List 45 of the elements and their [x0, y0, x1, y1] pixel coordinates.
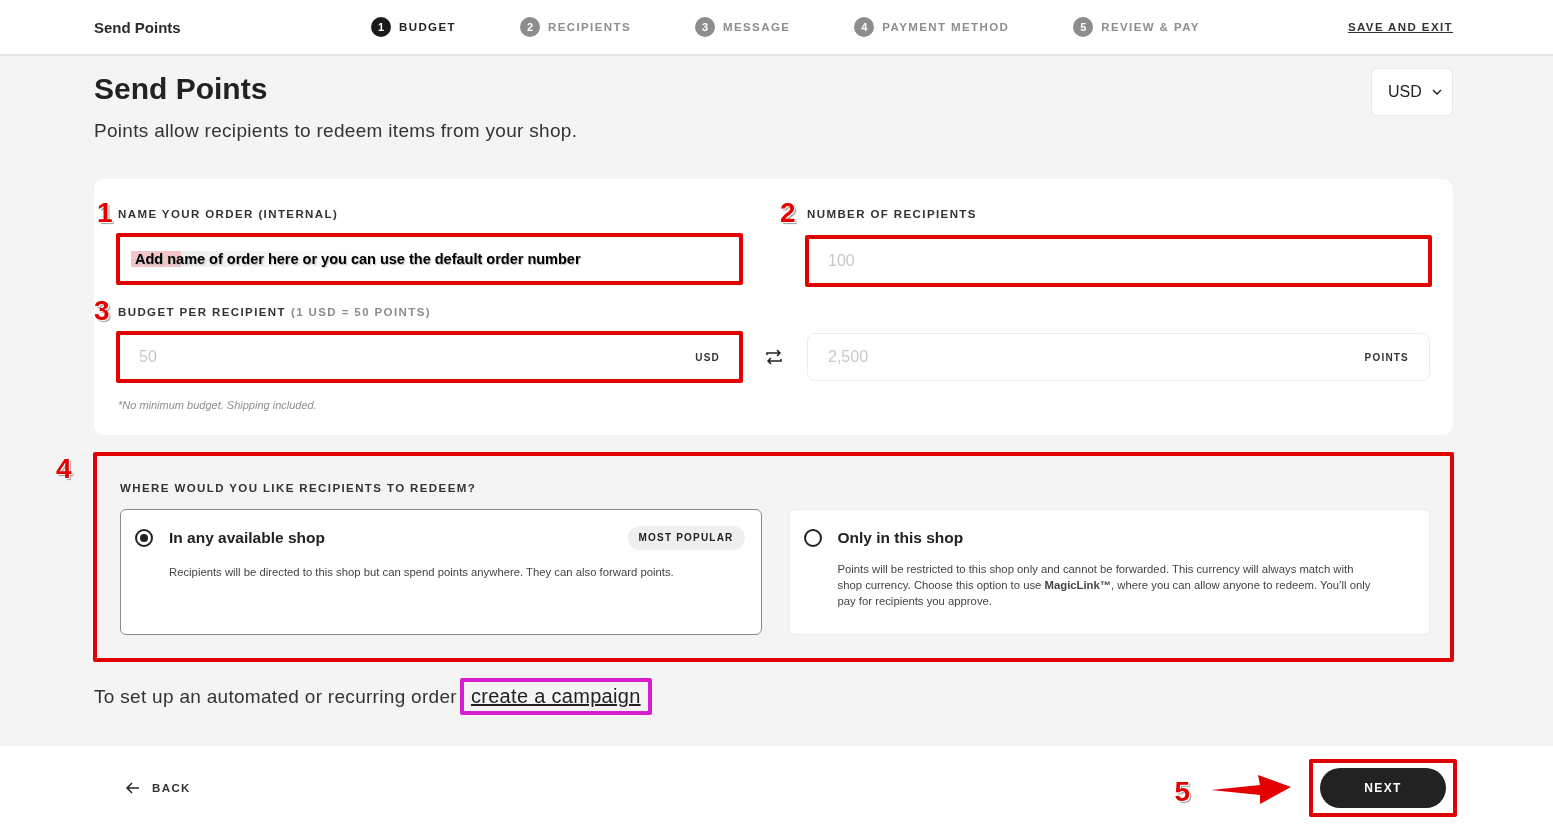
popular-badge: MOST POPULAR — [627, 526, 745, 550]
field-label: NAME YOUR ORDER (INTERNAL) — [118, 207, 340, 222]
step-label: REVIEW & PAY — [1101, 21, 1200, 33]
option-description: Points will be restricted to this shop only and cannot be forwarded. This currency will always match with shop currency. Choose this option to use MagicLink™, where you can allow anyone to redeem. You’ll only pay for recipients you approve. — [837, 562, 1372, 609]
next-button[interactable]: NEXT — [1320, 767, 1446, 808]
field-label: BUDGET PER RECIPIENT (1 USD = 50 POINTS) — [118, 305, 432, 320]
step-number: 2 — [519, 17, 540, 37]
unit-label: POINTS — [1364, 351, 1409, 363]
chevron-down-icon — [1432, 89, 1442, 95]
option-title: In any available shop — [169, 528, 326, 548]
step-label: PAYMENT METHOD — [882, 21, 1010, 33]
radio-button[interactable] — [803, 529, 822, 547]
campaign-text: To set up an automated or recurring order — [94, 685, 457, 708]
unit-label: USD — [695, 351, 720, 363]
currency-select[interactable]: USD — [1371, 68, 1453, 116]
annotation-number: 5 — [1174, 775, 1190, 808]
app-title: Send Points — [94, 18, 182, 36]
radio-button[interactable] — [135, 529, 153, 547]
annotation-number: 3 — [94, 297, 110, 325]
step-tab[interactable]: 1 BUDGET — [371, 17, 456, 37]
step-number: 1 — [371, 17, 391, 37]
step-number: 4 — [854, 17, 875, 37]
section-label: WHERE WOULD YOU LIKE RECIPIENTS TO REDEEM? — [120, 481, 478, 496]
step-label: BUDGET — [399, 21, 456, 33]
step-number: 3 — [695, 17, 715, 37]
redeem-option-card[interactable] — [788, 509, 1430, 635]
option-title: Only in this shop — [837, 528, 965, 547]
order-name-field[interactable]: Add name of order here or you can use the default order number — [118, 235, 741, 283]
swap-arrows-icon[interactable] — [764, 347, 784, 367]
annotation-number: 4 — [56, 455, 72, 483]
page-subtitle: Points allow recipients to redeem items from your shop. — [94, 120, 578, 142]
arrow-left-icon — [126, 781, 140, 794]
redeem-option-card[interactable]: In any available shop MOST POPULAR Recipients will be directed to this shop but can spend points anywhere. They can also forward points. — [120, 509, 762, 635]
option-description: Recipients will be directed to this shop but can spend points anywhere. They can also forward points. — [169, 565, 675, 580]
back-button[interactable]: BACK — [120, 780, 197, 795]
annotation-number: 2 — [780, 199, 796, 227]
budget-note: *No minimum budget. Shipping included. — [118, 399, 318, 411]
field-label: NUMBER OF RECIPIENTS — [807, 207, 978, 222]
page-title: Send Points — [94, 72, 269, 106]
save-and-exit-link[interactable]: SAVE AND EXIT — [1347, 21, 1453, 33]
annotation-number: 1 — [97, 199, 113, 227]
step-label: RECIPIENTS — [547, 21, 631, 33]
step-number: 5 — [1073, 17, 1094, 37]
create-campaign-link[interactable]: create a campaign — [470, 685, 641, 707]
step-label: MESSAGE — [723, 21, 791, 33]
